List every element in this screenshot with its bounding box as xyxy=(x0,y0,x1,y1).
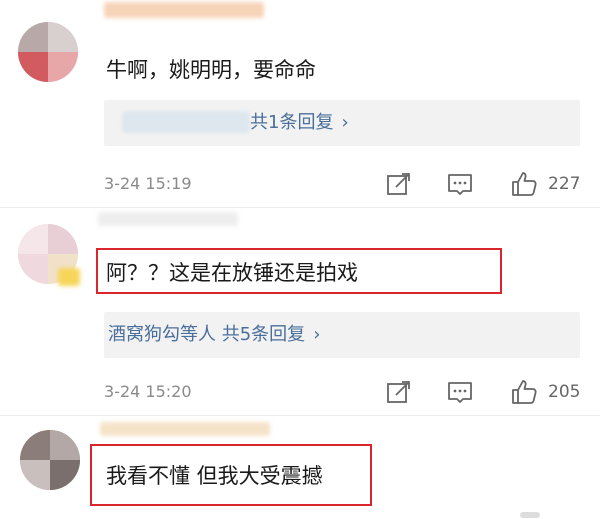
like-count: 205 xyxy=(548,382,581,402)
like-icon[interactable] xyxy=(510,378,538,406)
comment-text: 牛啊，姚明明，要命命 xyxy=(106,58,316,82)
reply-count-label: 共1条回复 xyxy=(250,112,334,133)
username-blurred[interactable] xyxy=(98,212,238,226)
reply-summary[interactable]: 共1条回复 › xyxy=(104,100,580,146)
like-icon[interactable] xyxy=(510,170,538,198)
more-indicator xyxy=(520,512,540,518)
reply-count-label: 共5条回复 xyxy=(221,324,306,345)
username-blurred[interactable] xyxy=(104,2,264,18)
reply-summary[interactable]: 酒窝狗勾等人 共5条回复 › xyxy=(104,312,580,358)
timestamp: 3-24 15:20 xyxy=(104,382,192,401)
edit-icon[interactable] xyxy=(384,378,412,406)
replier-names[interactable]: 酒窝狗勾等人 xyxy=(108,324,216,345)
edit-icon[interactable] xyxy=(384,170,412,198)
reply-count-link[interactable]: 酒窝狗勾等人 共5条回复 › xyxy=(108,322,320,348)
replier-names-blurred xyxy=(122,111,250,133)
timestamp: 3-24 15:19 xyxy=(104,174,192,193)
comment-meta: 3-24 15:19 227 xyxy=(0,170,600,200)
badge-blurred xyxy=(58,268,80,286)
comment-2: 阿？？这是在放锤还是拍戏 酒窝狗勾等人 共5条回复 › 3-24 15:20 20… xyxy=(0,208,600,414)
reply-count-link[interactable]: 共1条回复 › xyxy=(250,110,349,136)
comment-meta: 3-24 15:20 205 xyxy=(0,378,600,408)
chevron-right-icon: › xyxy=(313,324,321,345)
like-count: 227 xyxy=(548,174,581,194)
avatar[interactable] xyxy=(18,22,78,82)
avatar[interactable] xyxy=(20,430,80,490)
comment-1: 牛啊，姚明明，要命命 共1条回复 › 3-24 15:19 227 xyxy=(0,0,600,206)
comment-text: 我看不懂 但我大受震撼 xyxy=(106,464,323,488)
comment-text: 阿？？这是在放锤还是拍戏 xyxy=(106,261,358,285)
chevron-right-icon: › xyxy=(341,112,349,133)
comment-icon[interactable] xyxy=(446,378,474,406)
comment-3: 我看不懂 但我大受震撼 xyxy=(0,416,600,519)
username-blurred[interactable] xyxy=(100,422,270,436)
comment-icon[interactable] xyxy=(446,170,474,198)
